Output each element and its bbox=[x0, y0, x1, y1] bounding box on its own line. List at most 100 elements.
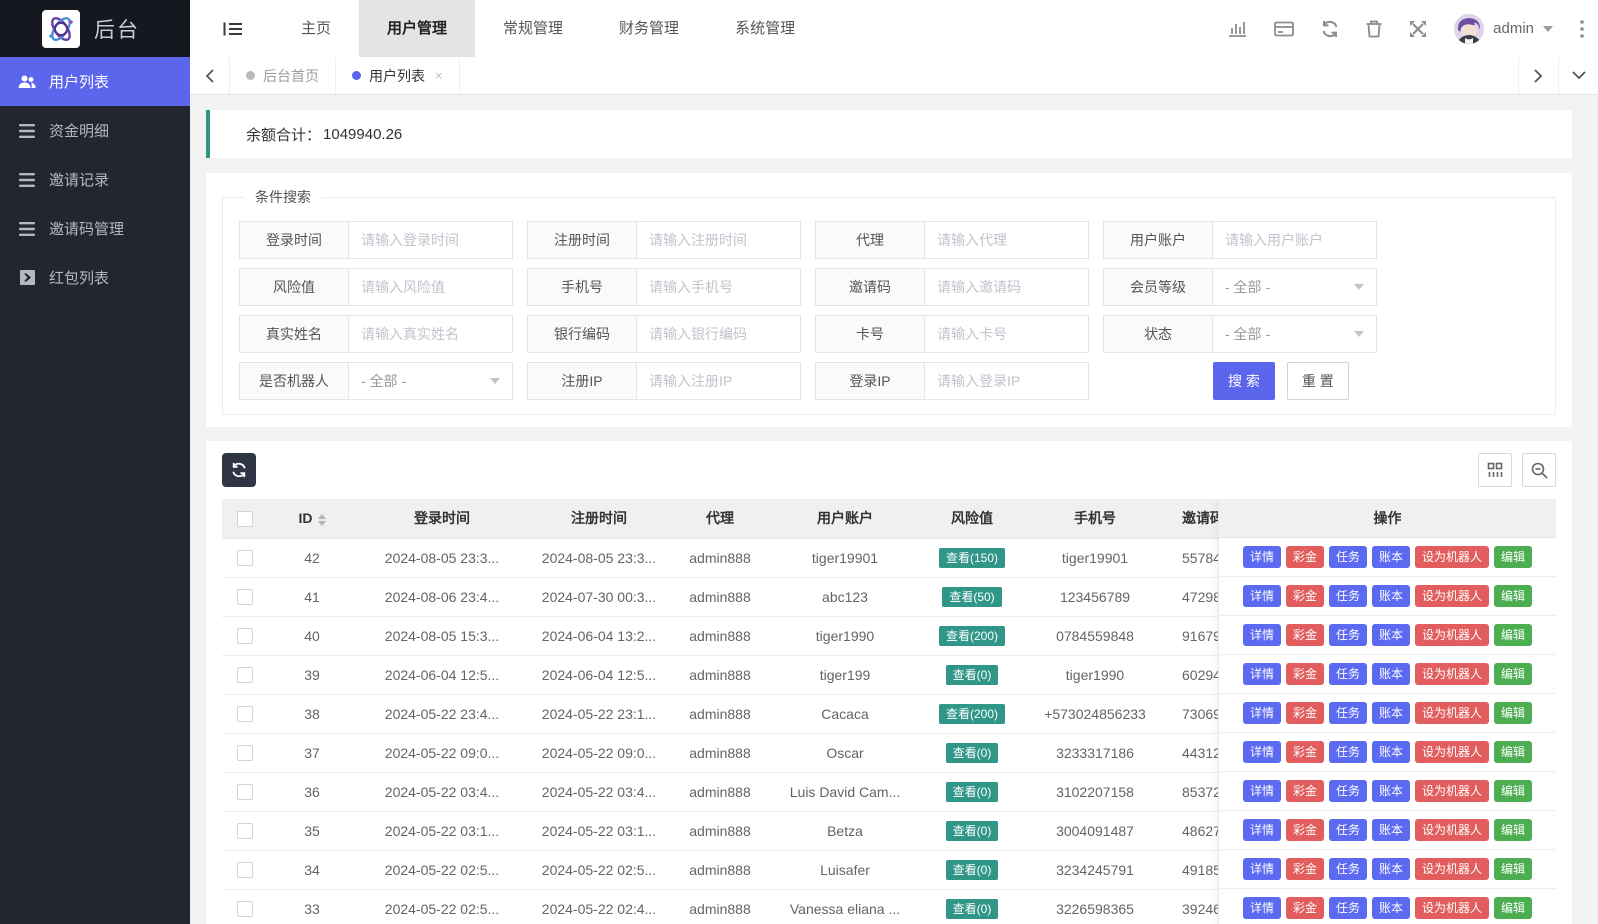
action-button-1[interactable]: 彩金 bbox=[1286, 624, 1324, 646]
risk-view-button[interactable]: 查看(0) bbox=[946, 899, 999, 919]
refresh-icon[interactable] bbox=[1321, 20, 1339, 38]
action-button-4[interactable]: 设为机器人 bbox=[1415, 858, 1489, 880]
action-button-2[interactable]: 任务 bbox=[1329, 741, 1367, 763]
action-button-1[interactable]: 彩金 bbox=[1286, 702, 1324, 724]
action-button-2[interactable]: 任务 bbox=[1329, 663, 1367, 685]
topnav-item[interactable]: 财务管理 bbox=[591, 0, 707, 57]
action-button-3[interactable]: 账本 bbox=[1372, 741, 1410, 763]
sort-icon[interactable] bbox=[318, 514, 326, 526]
action-button-3[interactable]: 账本 bbox=[1372, 897, 1410, 919]
card-icon[interactable] bbox=[1274, 21, 1294, 37]
action-button-5[interactable]: 编辑 bbox=[1494, 546, 1532, 568]
action-button-4[interactable]: 设为机器人 bbox=[1415, 819, 1489, 841]
row-checkbox[interactable] bbox=[237, 628, 253, 644]
action-button-4[interactable]: 设为机器人 bbox=[1415, 663, 1489, 685]
action-button-1[interactable]: 彩金 bbox=[1286, 585, 1324, 607]
col-id[interactable]: ID bbox=[268, 499, 356, 538]
refresh-table-button[interactable] bbox=[222, 453, 256, 487]
action-button-3[interactable]: 账本 bbox=[1372, 663, 1410, 685]
risk-view-button[interactable]: 查看(150) bbox=[939, 548, 1005, 568]
topnav-item[interactable]: 常规管理 bbox=[475, 0, 591, 57]
action-button-3[interactable]: 账本 bbox=[1372, 624, 1410, 646]
action-button-1[interactable]: 彩金 bbox=[1286, 780, 1324, 802]
select-all-checkbox[interactable] bbox=[237, 511, 253, 527]
search-field-input[interactable] bbox=[924, 315, 1089, 353]
action-button-0[interactable]: 详情 bbox=[1243, 780, 1281, 802]
action-button-3[interactable]: 账本 bbox=[1372, 702, 1410, 724]
user-menu[interactable]: admin bbox=[1454, 14, 1553, 44]
action-button-0[interactable]: 详情 bbox=[1243, 585, 1281, 607]
collapse-menu-icon[interactable] bbox=[223, 21, 243, 37]
action-button-1[interactable]: 彩金 bbox=[1286, 663, 1324, 685]
search-table-icon[interactable] bbox=[1522, 453, 1556, 487]
action-button-5[interactable]: 编辑 bbox=[1494, 702, 1532, 724]
risk-view-button[interactable]: 查看(0) bbox=[946, 782, 999, 802]
sidebar-item-4[interactable]: 红包列表 bbox=[0, 253, 190, 302]
sidebar-item-0[interactable]: 用户列表 bbox=[0, 57, 190, 106]
action-button-1[interactable]: 彩金 bbox=[1286, 858, 1324, 880]
search-field-input[interactable] bbox=[348, 221, 513, 259]
topnav-item[interactable]: 主页 bbox=[273, 0, 359, 57]
action-button-2[interactable]: 任务 bbox=[1329, 897, 1367, 919]
row-checkbox[interactable] bbox=[237, 901, 253, 917]
action-button-1[interactable]: 彩金 bbox=[1286, 819, 1324, 841]
risk-view-button[interactable]: 查看(0) bbox=[946, 743, 999, 763]
tabs-scroll-right-icon[interactable] bbox=[1518, 57, 1558, 94]
search-field-input[interactable] bbox=[636, 362, 801, 400]
action-button-0[interactable]: 详情 bbox=[1243, 702, 1281, 724]
search-field-select[interactable]: - 全部 - bbox=[1212, 315, 1377, 353]
columns-toggle-icon[interactable] bbox=[1478, 453, 1512, 487]
row-checkbox[interactable] bbox=[237, 823, 253, 839]
row-checkbox[interactable] bbox=[237, 667, 253, 683]
action-button-4[interactable]: 设为机器人 bbox=[1415, 741, 1489, 763]
action-button-0[interactable]: 详情 bbox=[1243, 897, 1281, 919]
chart-icon[interactable] bbox=[1228, 20, 1247, 37]
search-field-input[interactable] bbox=[924, 268, 1089, 306]
row-checkbox[interactable] bbox=[237, 784, 253, 800]
action-button-0[interactable]: 详情 bbox=[1243, 663, 1281, 685]
action-button-5[interactable]: 编辑 bbox=[1494, 780, 1532, 802]
risk-view-button[interactable]: 查看(0) bbox=[946, 665, 999, 685]
topnav-item[interactable]: 系统管理 bbox=[707, 0, 823, 57]
search-field-input[interactable] bbox=[924, 221, 1089, 259]
action-button-5[interactable]: 编辑 bbox=[1494, 819, 1532, 841]
action-button-4[interactable]: 设为机器人 bbox=[1415, 624, 1489, 646]
risk-view-button[interactable]: 查看(0) bbox=[946, 860, 999, 880]
sidebar-item-2[interactable]: 邀请记录 bbox=[0, 155, 190, 204]
action-button-0[interactable]: 详情 bbox=[1243, 858, 1281, 880]
row-checkbox[interactable] bbox=[237, 550, 253, 566]
action-button-4[interactable]: 设为机器人 bbox=[1415, 780, 1489, 802]
search-field-select[interactable]: - 全部 - bbox=[1212, 268, 1377, 306]
tabs-menu-icon[interactable] bbox=[1558, 57, 1598, 94]
action-button-1[interactable]: 彩金 bbox=[1286, 546, 1324, 568]
action-button-5[interactable]: 编辑 bbox=[1494, 663, 1532, 685]
search-field-input[interactable] bbox=[1212, 221, 1377, 259]
risk-view-button[interactable]: 查看(200) bbox=[939, 626, 1005, 646]
sidebar-item-1[interactable]: 资金明细 bbox=[0, 106, 190, 155]
search-field-select[interactable]: - 全部 - bbox=[348, 362, 513, 400]
search-field-input[interactable] bbox=[924, 362, 1089, 400]
tab[interactable]: 用户列表 × bbox=[336, 57, 460, 94]
action-button-1[interactable]: 彩金 bbox=[1286, 741, 1324, 763]
action-button-3[interactable]: 账本 bbox=[1372, 858, 1410, 880]
action-button-3[interactable]: 账本 bbox=[1372, 780, 1410, 802]
tabs-scroll-left-icon[interactable] bbox=[190, 57, 230, 94]
action-button-5[interactable]: 编辑 bbox=[1494, 897, 1532, 919]
action-button-4[interactable]: 设为机器人 bbox=[1415, 702, 1489, 724]
risk-view-button[interactable]: 查看(50) bbox=[942, 587, 1001, 607]
action-button-0[interactable]: 详情 bbox=[1243, 741, 1281, 763]
search-field-input[interactable] bbox=[636, 315, 801, 353]
action-button-3[interactable]: 账本 bbox=[1372, 819, 1410, 841]
action-button-2[interactable]: 任务 bbox=[1329, 546, 1367, 568]
reset-button[interactable]: 重 置 bbox=[1287, 362, 1349, 400]
action-button-5[interactable]: 编辑 bbox=[1494, 624, 1532, 646]
search-field-input[interactable] bbox=[636, 268, 801, 306]
action-button-0[interactable]: 详情 bbox=[1243, 624, 1281, 646]
sidebar-item-3[interactable]: 邀请码管理 bbox=[0, 204, 190, 253]
search-field-input[interactable] bbox=[348, 268, 513, 306]
topnav-item[interactable]: 用户管理 bbox=[359, 0, 475, 57]
search-field-input[interactable] bbox=[348, 315, 513, 353]
row-checkbox[interactable] bbox=[237, 706, 253, 722]
row-checkbox[interactable] bbox=[237, 862, 253, 878]
trash-icon[interactable] bbox=[1366, 20, 1382, 38]
